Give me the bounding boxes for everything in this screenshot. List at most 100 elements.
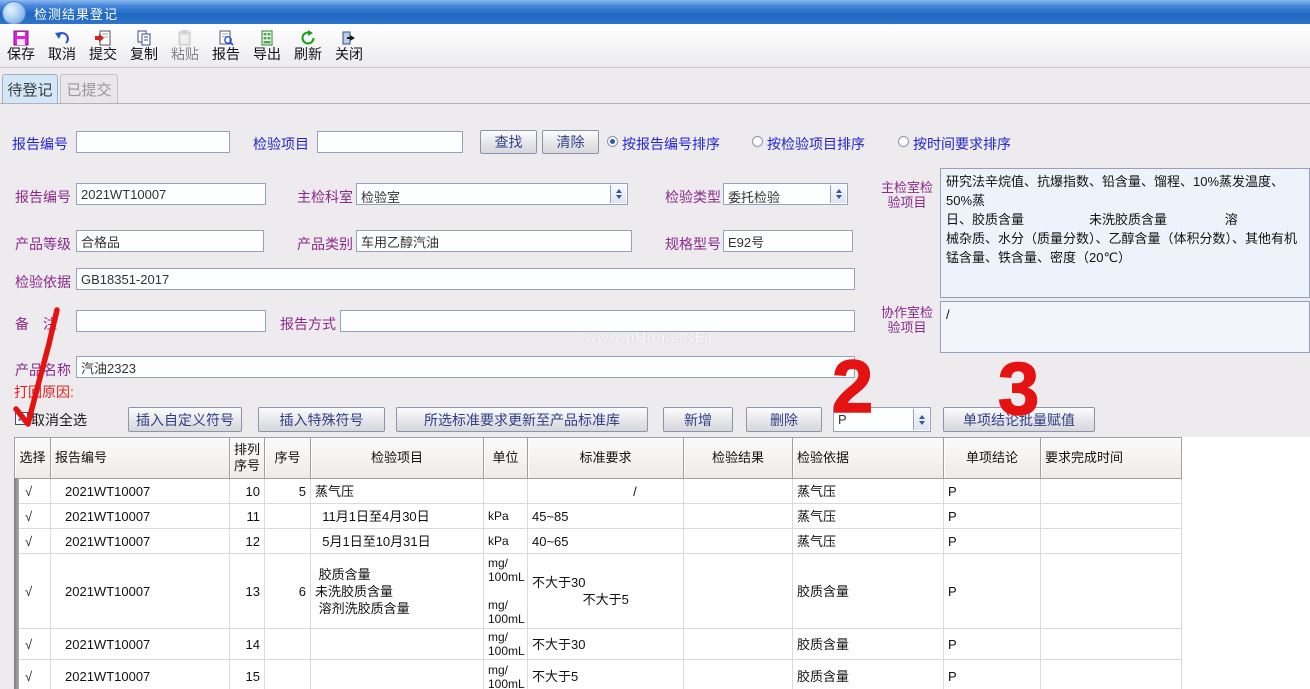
cell-basis[interactable]: 蒸气压 <box>793 479 944 504</box>
spinner-icon[interactable] <box>913 409 929 430</box>
uncheck-all-checkbox[interactable]: ✓ <box>15 412 28 425</box>
find-button[interactable]: 查找 <box>480 130 537 154</box>
product-name-input[interactable] <box>76 356 855 378</box>
cell-order[interactable]: 13 <box>230 554 265 629</box>
cell-result[interactable] <box>684 504 793 529</box>
cell-order[interactable]: 12 <box>230 529 265 554</box>
cell-unit[interactable]: mg/ 100mL <box>484 629 528 660</box>
cell-report-no[interactable]: 2021WT10007 <box>51 554 230 629</box>
spinner-icon[interactable] <box>830 185 846 203</box>
col-item[interactable]: 检验项目 <box>311 438 484 479</box>
cell-basis[interactable]: 蒸气压 <box>793 504 944 529</box>
cell-check[interactable]: √ <box>15 504 51 529</box>
cell-seq[interactable] <box>265 629 311 660</box>
cell-order[interactable]: 10 <box>230 479 265 504</box>
dept-combo[interactable]: 检验室 <box>356 183 628 205</box>
cell-seq[interactable] <box>265 660 311 689</box>
cell-standard[interactable]: 40~65 <box>528 529 684 554</box>
cell-standard[interactable]: 45~85 <box>528 504 684 529</box>
cell-item[interactable] <box>311 660 484 689</box>
delete-button[interactable]: 删除 <box>746 407 822 432</box>
col-seq[interactable]: 序号 <box>265 438 311 479</box>
col-select[interactable]: 选择 <box>15 438 51 479</box>
undo-button[interactable]: 取消 <box>45 26 79 66</box>
spinner-icon[interactable] <box>610 185 626 203</box>
cell-unit[interactable]: kPa <box>484 529 528 554</box>
insert-special-symbol-button[interactable]: 插入特殊符号 <box>258 407 385 432</box>
cell-deadline[interactable] <box>1041 529 1182 554</box>
cell-report-no[interactable]: 2021WT10007 <box>51 504 230 529</box>
cell-conclusion[interactable]: P <box>944 529 1041 554</box>
cell-standard[interactable]: 不大于30 不大于5 <box>528 554 684 629</box>
insert-custom-symbol-button[interactable]: 插入自定义符号 <box>128 407 242 432</box>
col-deadline[interactable]: 要求完成时间 <box>1041 438 1182 479</box>
copy-button[interactable]: 复制 <box>127 26 161 66</box>
spec-input[interactable] <box>723 230 853 252</box>
cell-order[interactable]: 11 <box>230 504 265 529</box>
cell-standard[interactable]: 不大于30 <box>528 629 684 660</box>
cell-result[interactable] <box>684 479 793 504</box>
cell-conclusion[interactable]: P <box>944 660 1041 689</box>
report-no-input[interactable] <box>76 183 266 205</box>
basis-input[interactable] <box>76 268 855 290</box>
close-button[interactable]: 关闭 <box>332 26 366 66</box>
batch-assign-button[interactable]: 单项结论批量赋值 <box>943 407 1095 432</box>
cell-check[interactable]: √ <box>15 529 51 554</box>
cell-deadline[interactable] <box>1041 504 1182 529</box>
col-order[interactable]: 排列 序号 <box>230 438 265 479</box>
col-result[interactable]: 检验结果 <box>684 438 793 479</box>
cell-conclusion[interactable]: P <box>944 554 1041 629</box>
search-report-no-input[interactable] <box>76 131 230 153</box>
remark-input[interactable] <box>76 310 266 332</box>
cell-check[interactable]: √ <box>15 660 51 689</box>
cell-check[interactable]: √ <box>15 554 51 629</box>
report-button[interactable]: 报告 <box>209 26 243 66</box>
category-input[interactable] <box>356 230 632 252</box>
cell-unit[interactable]: mg/ 100mL <box>484 660 528 689</box>
cell-check[interactable]: √ <box>15 479 51 504</box>
conclusion-combo[interactable]: P <box>833 407 931 432</box>
cell-seq[interactable]: 5 <box>265 479 311 504</box>
sort-by-report-radio[interactable] <box>607 136 618 147</box>
grade-input[interactable] <box>76 230 264 252</box>
tab-pending[interactable]: 待登记 <box>2 74 58 103</box>
cell-deadline[interactable] <box>1041 629 1182 660</box>
cell-basis[interactable]: 胶质含量 <box>793 554 944 629</box>
export-button[interactable]: 导出 <box>250 26 284 66</box>
cell-unit[interactable] <box>484 479 528 504</box>
tab-submitted[interactable]: 已提交 <box>60 74 118 103</box>
col-unit[interactable]: 单位 <box>484 438 528 479</box>
coop-items-textarea[interactable]: / <box>940 301 1310 353</box>
clear-button[interactable]: 清除 <box>542 130 599 154</box>
cell-item[interactable]: 11月1日至4月30日 <box>311 504 484 529</box>
cell-report-no[interactable]: 2021WT10007 <box>51 529 230 554</box>
row-selector-gutter[interactable] <box>14 478 19 689</box>
cell-seq[interactable] <box>265 504 311 529</box>
check-type-combo[interactable]: 委托检验 <box>723 183 848 205</box>
cell-standard[interactable]: / <box>528 479 684 504</box>
cell-unit[interactable]: kPa <box>484 504 528 529</box>
cell-result[interactable] <box>684 554 793 629</box>
refresh-button[interactable]: 刷新 <box>291 26 325 66</box>
cell-item[interactable] <box>311 629 484 660</box>
sort-by-time-radio[interactable] <box>898 136 909 147</box>
update-standard-button[interactable]: 所选标准要求更新至产品标准库 <box>396 407 648 432</box>
cell-order[interactable]: 15 <box>230 660 265 689</box>
cell-seq[interactable] <box>265 529 311 554</box>
cell-item[interactable]: 蒸气压 <box>311 479 484 504</box>
col-conclusion[interactable]: 单项结论 <box>944 438 1041 479</box>
main-items-textarea[interactable]: 研究法辛烷值、抗爆指数、铅含量、馏程、10%蒸发温度、50%蒸 日、胶质含量 未… <box>940 168 1310 298</box>
cell-conclusion[interactable]: P <box>944 629 1041 660</box>
cell-unit[interactable]: mg/ 100mL mg/ 100mL <box>484 554 528 629</box>
cell-result[interactable] <box>684 529 793 554</box>
submit-button[interactable]: 提交 <box>86 26 120 66</box>
cell-result[interactable] <box>684 660 793 689</box>
cell-report-no[interactable]: 2021WT10007 <box>51 629 230 660</box>
cell-basis[interactable]: 胶质含量 <box>793 629 944 660</box>
save-button[interactable]: 保存 <box>4 26 38 66</box>
cell-basis[interactable]: 胶质含量 <box>793 660 944 689</box>
cell-seq[interactable]: 6 <box>265 554 311 629</box>
cell-result[interactable] <box>684 629 793 660</box>
cell-item[interactable]: 5月1日至10月31日 <box>311 529 484 554</box>
col-basis[interactable]: 检验依据 <box>793 438 944 479</box>
